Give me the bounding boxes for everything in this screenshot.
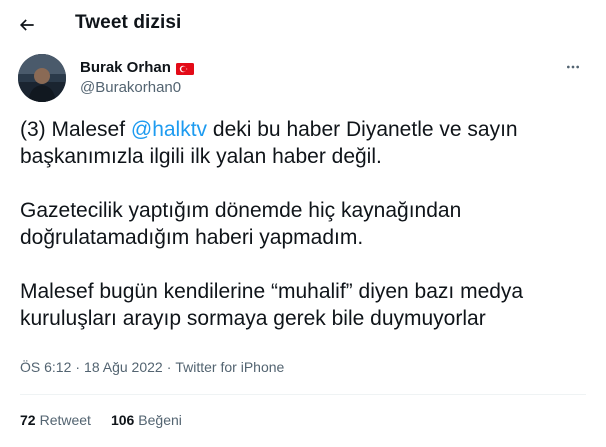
meta-separator: ·	[75, 359, 81, 375]
turkey-flag-icon	[175, 62, 194, 75]
likes-stat[interactable]: 106 Beğeni	[111, 412, 182, 428]
page-title: Tweet dizisi	[75, 12, 182, 33]
top-bar: Tweet dizisi	[0, 0, 606, 50]
mention-link[interactable]: @halktv	[131, 118, 207, 141]
author-display-name[interactable]: Burak Orhan	[80, 59, 171, 76]
tweet-author: Burak Orhan @Burakorhan0	[18, 54, 588, 104]
meta-separator: ·	[166, 359, 172, 375]
back-button[interactable]	[14, 12, 40, 38]
arrow-left-icon	[19, 19, 34, 31]
tweet-text: (3) Malesef @halktv deki bu haber Diyane…	[20, 116, 580, 332]
likes-label: Beğeni	[138, 412, 182, 428]
tweet-time[interactable]: ÖS 6:12	[20, 359, 71, 375]
retweets-count: 72	[20, 412, 36, 428]
avatar[interactable]	[18, 54, 66, 102]
tweet-source[interactable]: Twitter for iPhone	[175, 359, 284, 375]
divider	[20, 394, 586, 395]
likes-count: 106	[110, 412, 135, 428]
retweets-stat[interactable]: 72 Retweet	[20, 412, 91, 428]
tweet-date[interactable]: 18 Ağu 2022	[84, 359, 163, 375]
tweet-stats: 72 Retweet 106 Beğeni	[20, 412, 182, 428]
more-options-button[interactable]	[562, 56, 584, 78]
tweet-paragraph: Gazetecilik yaptığım dönemde hiç kaynağı…	[20, 199, 462, 249]
tweet-paragraph: Malesef bugün kendilerine “muhalif” diye…	[20, 280, 524, 330]
tweet-meta: ÖS 6:12 · 18 Ağu 2022 · Twitter for iPho…	[20, 359, 284, 375]
more-dots-icon	[567, 65, 579, 69]
tweet-text-prefix: (3) Malesef	[20, 118, 131, 141]
tweet-paragraph: (3) Malesef @halktv deki bu haber Diyane…	[20, 116, 580, 170]
author-handle[interactable]: @Burakorhan0	[80, 79, 181, 96]
retweets-label: Retweet	[39, 412, 91, 428]
